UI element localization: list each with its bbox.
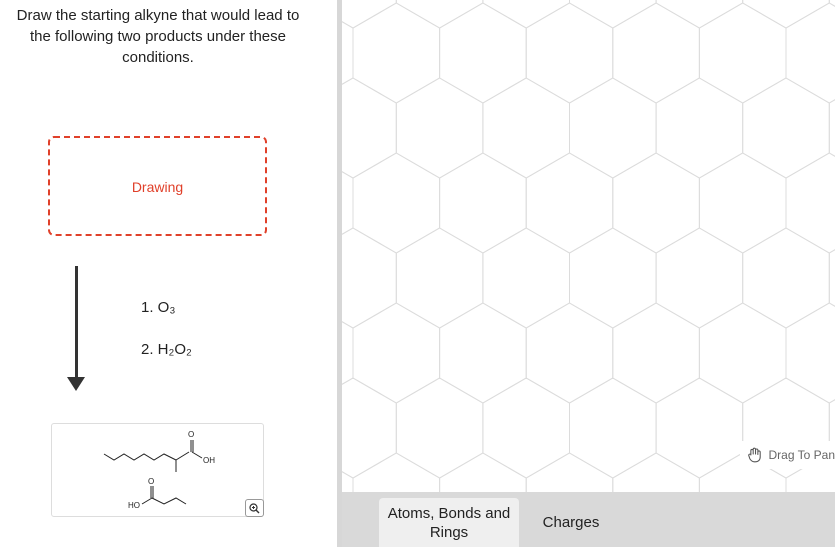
hex-cell <box>342 377 397 479</box>
hex-cell <box>742 0 830 29</box>
hex-cell <box>352 452 441 492</box>
hex-cell <box>612 452 700 492</box>
hex-cell <box>742 227 830 329</box>
hex-cell <box>342 21 354 85</box>
product-2-ho-label: HO <box>128 501 140 510</box>
condition-step-1: 1. O₃ <box>141 299 176 316</box>
drawing-label: Drawing <box>131 179 184 195</box>
hex-cell <box>395 227 484 329</box>
product-1-carbonyl-bond <box>175 451 190 461</box>
zoom-button[interactable] <box>245 499 264 517</box>
reaction-arrow-head <box>67 377 85 391</box>
hex-cell <box>655 0 744 29</box>
tab-charges[interactable]: Charges <box>522 498 620 547</box>
hex-cell <box>395 77 484 179</box>
hex-cell <box>785 302 835 404</box>
drawing-canvas[interactable] <box>342 0 835 492</box>
hex-cell <box>342 77 397 179</box>
product-1-chain <box>103 453 177 461</box>
hex-grid <box>342 0 835 492</box>
products-structures: O OH O HO <box>103 430 215 510</box>
product-2-o-label: O <box>148 477 154 486</box>
hex-cell <box>612 2 700 104</box>
hex-cell <box>612 152 700 254</box>
product-2-chain <box>151 497 187 505</box>
hex-cell <box>525 452 614 492</box>
hex-cell <box>439 2 527 104</box>
hex-cell <box>395 377 484 479</box>
hex-cell <box>342 471 354 492</box>
product-1-c-oh <box>191 451 203 459</box>
product-1-oh-label: OH <box>203 456 215 465</box>
zoom-in-icon <box>249 502 260 513</box>
hex-cell <box>655 77 744 179</box>
hex-cell <box>352 152 441 254</box>
hex-cell <box>785 2 835 104</box>
product-1-o-label: O <box>188 430 194 439</box>
hex-cell <box>828 99 835 157</box>
hex-cell <box>525 2 614 104</box>
hex-cell <box>785 152 835 254</box>
hex-cell <box>439 452 527 492</box>
hex-cell <box>569 227 657 329</box>
question-panel: Draw the starting alkyne that would lead… <box>0 0 337 547</box>
hex-cell <box>342 321 354 385</box>
hex-cell <box>569 377 657 479</box>
hex-cell <box>482 377 570 479</box>
hex-cell <box>342 171 354 235</box>
hand-icon <box>748 447 761 463</box>
hex-cell <box>742 77 830 179</box>
hex-cell <box>525 302 614 404</box>
hex-cell <box>655 377 744 479</box>
hex-cell <box>698 302 787 404</box>
hex-cell <box>655 227 744 329</box>
reaction-arrow <box>75 266 78 378</box>
hex-cell <box>698 2 787 104</box>
hex-cell <box>698 152 787 254</box>
condition-step-2: 2. H₂O₂ <box>141 341 192 358</box>
hex-cell <box>828 249 835 307</box>
hex-cell <box>439 152 527 254</box>
hex-cell <box>439 302 527 404</box>
hex-cell <box>482 227 570 329</box>
hex-cell <box>352 2 441 104</box>
drawing-dropzone[interactable]: Drawing <box>48 136 267 236</box>
product-2-c-oh <box>141 497 153 505</box>
hex-cell <box>352 302 441 404</box>
hex-cell <box>395 0 484 29</box>
products-image: O OH O HO <box>51 423 264 517</box>
tab-atoms-bonds-rings[interactable]: Atoms, Bonds and Rings <box>379 498 519 547</box>
bottom-toolbar: Atoms, Bonds and Rings Charges <box>342 492 835 547</box>
drag-to-pan-label: Drag To Pan <box>768 448 835 462</box>
drag-to-pan-button[interactable]: Drag To Pan <box>740 441 835 469</box>
hex-cell <box>482 0 570 29</box>
hex-cell <box>482 77 570 179</box>
hex-cell <box>612 302 700 404</box>
hex-cell <box>525 152 614 254</box>
hex-cell <box>342 0 397 29</box>
question-text: Draw the starting alkyne that would lead… <box>16 7 300 66</box>
hex-cell <box>569 0 657 29</box>
hex-cell <box>569 77 657 179</box>
hex-cell <box>342 227 397 329</box>
